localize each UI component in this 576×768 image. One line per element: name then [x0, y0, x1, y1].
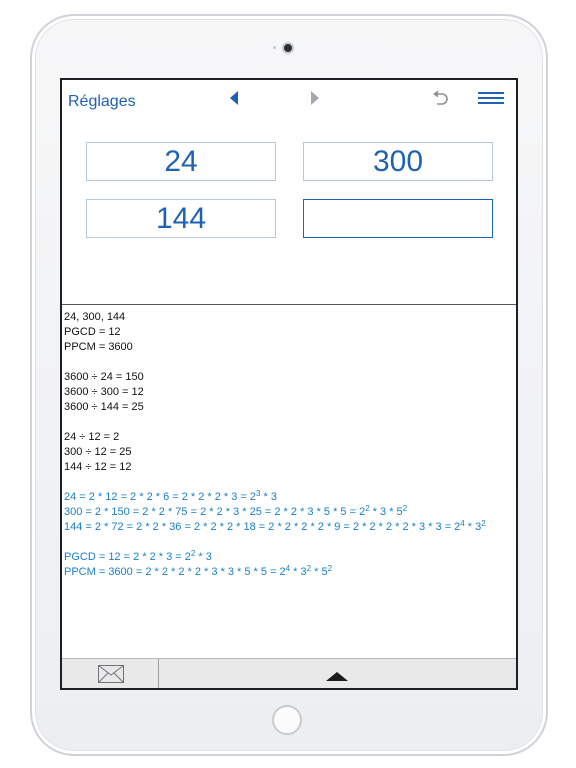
- pgcd-division-144: 144 ÷ 12 = 12: [64, 461, 132, 473]
- arrow-left-icon[interactable]: [230, 91, 238, 105]
- ppcm-division-144: 3600 ÷ 144 = 25: [64, 401, 144, 413]
- sensor-dot: [273, 46, 276, 49]
- numbers-line: 24, 300, 144: [64, 311, 126, 323]
- undo-icon[interactable]: [431, 89, 451, 109]
- toolbar: Réglages: [62, 80, 516, 120]
- number-input-4[interactable]: [303, 199, 493, 238]
- menu-icon[interactable]: [478, 92, 504, 107]
- ppcm-division-24: 3600 ÷ 24 = 150: [64, 371, 144, 383]
- pgcd-division-24: 24 ÷ 12 = 2: [64, 431, 120, 443]
- ppcm-factorization: PPCM = 3600 = 2 * 2 * 2 * 2 * 3 * 3 * 5 …: [64, 564, 333, 579]
- ppcm-line: PPCM = 3600: [64, 341, 133, 353]
- camera-icon: [284, 44, 292, 52]
- envelope-icon: [98, 665, 124, 683]
- results-area: 24, 300, 144 PGCD = 12 PPCM = 3600 3600 …: [64, 310, 516, 580]
- factorization-144: 144 = 2 * 72 = 2 * 2 * 36 = 2 * 2 * 2 * …: [64, 519, 486, 534]
- triangle-up-icon[interactable]: [326, 672, 348, 681]
- number-input-2[interactable]: 300: [303, 142, 493, 181]
- number-input-1[interactable]: 24: [86, 142, 276, 181]
- mail-button[interactable]: [62, 659, 159, 688]
- number-input-3[interactable]: 144: [86, 199, 276, 238]
- factorization-24: 24 = 2 * 12 = 2 * 2 * 6 = 2 * 2 * 2 * 3 …: [64, 489, 278, 504]
- ppcm-division-300: 3600 ÷ 300 = 12: [64, 386, 144, 398]
- app-screen: Réglages 24 300 144 24, 300, 144 PGCD = …: [60, 78, 518, 690]
- pgcd-line: PGCD = 12: [64, 326, 121, 338]
- factorization-300: 300 = 2 * 150 = 2 * 2 * 75 = 2 * 2 * 3 *…: [64, 504, 408, 519]
- arrow-right-icon[interactable]: [311, 91, 319, 105]
- settings-button[interactable]: Réglages: [68, 93, 136, 111]
- home-button[interactable]: [272, 705, 302, 735]
- bottom-bar: [62, 658, 516, 688]
- divider: [62, 304, 516, 305]
- pgcd-factorization: PGCD = 12 = 2 * 2 * 3 = 22 * 3: [64, 549, 212, 564]
- pgcd-division-300: 300 ÷ 12 = 25: [64, 446, 132, 458]
